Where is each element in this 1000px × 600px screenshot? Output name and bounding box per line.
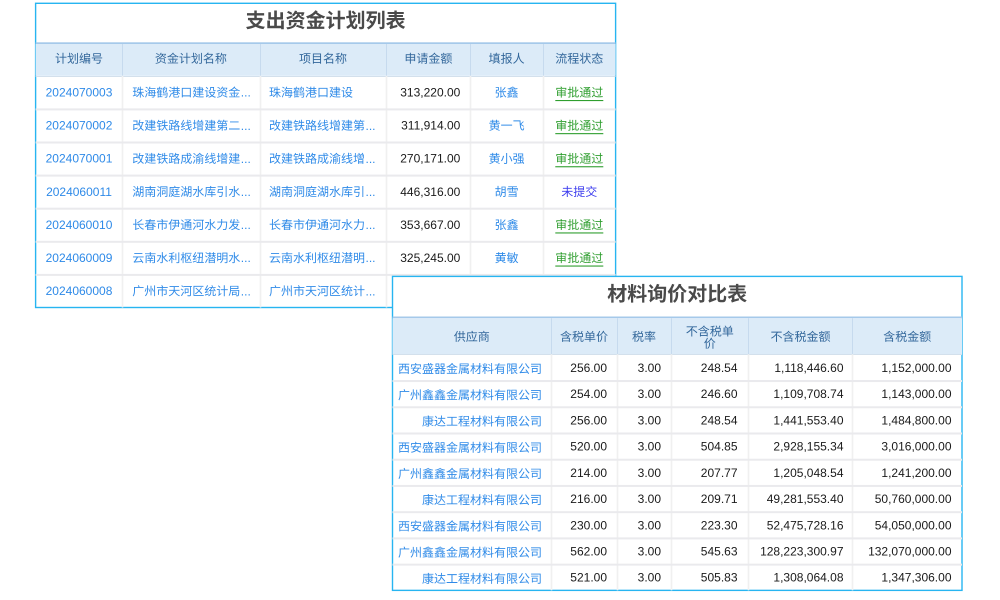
svg-text:1,152,000.00: 1,152,000.00	[881, 361, 951, 375]
svg-text:2024070002: 2024070002	[46, 119, 113, 133]
svg-text:545.63: 545.63	[701, 545, 738, 559]
svg-text:3.00: 3.00	[638, 466, 662, 480]
svg-text:50,760,000.00: 50,760,000.00	[875, 492, 952, 506]
svg-text:256.00: 256.00	[570, 361, 607, 375]
svg-text:353,667.00: 353,667.00	[400, 218, 460, 232]
svg-text:...: ...	[366, 218, 376, 232]
svg-text:...: ...	[241, 251, 251, 265]
svg-text:2024070003: 2024070003	[46, 86, 113, 100]
svg-text:270,171.00: 270,171.00	[400, 152, 460, 166]
svg-text:520.00: 520.00	[570, 440, 607, 454]
svg-text:1,143,000.00: 1,143,000.00	[881, 387, 951, 401]
svg-text:49,281,553.40: 49,281,553.40	[767, 492, 844, 506]
svg-text:1,205,048.54: 1,205,048.54	[773, 466, 843, 480]
svg-text:2,928,155.34: 2,928,155.34	[773, 440, 843, 454]
svg-text:1,241,200.00: 1,241,200.00	[881, 466, 951, 480]
svg-text:...: ...	[241, 119, 251, 133]
svg-text:...: ...	[241, 86, 251, 100]
svg-text:...: ...	[366, 284, 376, 298]
svg-text:1,347,306.00: 1,347,306.00	[881, 571, 951, 585]
svg-text:504.85: 504.85	[701, 440, 738, 454]
svg-text:...: ...	[241, 152, 251, 166]
svg-text:256.00: 256.00	[570, 413, 607, 427]
svg-text:3.00: 3.00	[638, 387, 662, 401]
svg-text:3.00: 3.00	[638, 492, 662, 506]
svg-text:248.54: 248.54	[701, 413, 738, 427]
svg-text:3.00: 3.00	[638, 545, 662, 559]
svg-text:1,308,064.08: 1,308,064.08	[773, 571, 843, 585]
svg-text:...: ...	[366, 185, 376, 199]
svg-text:132,070,000.00: 132,070,000.00	[868, 545, 952, 559]
svg-text:1,484,800.00: 1,484,800.00	[881, 413, 951, 427]
svg-text:246.60: 246.60	[701, 387, 738, 401]
svg-text:2024060009: 2024060009	[46, 251, 113, 265]
svg-text:2024060011: 2024060011	[46, 185, 112, 199]
svg-text:313,220.00: 313,220.00	[400, 86, 460, 100]
svg-text:446,316.00: 446,316.00	[400, 185, 460, 199]
svg-text:521.00: 521.00	[570, 571, 607, 585]
svg-text:...: ...	[366, 152, 376, 166]
svg-text:...: ...	[241, 185, 251, 199]
svg-text:...: ...	[366, 119, 376, 133]
svg-text:230.00: 230.00	[570, 518, 607, 532]
svg-text:...: ...	[366, 251, 376, 265]
svg-text:3.00: 3.00	[638, 440, 662, 454]
svg-text:2024070001: 2024070001	[46, 152, 113, 166]
svg-text:325,245.00: 325,245.00	[400, 251, 460, 265]
svg-text:216.00: 216.00	[570, 492, 607, 506]
svg-text:1,109,708.74: 1,109,708.74	[773, 387, 843, 401]
svg-text:2024060008: 2024060008	[46, 284, 113, 298]
svg-text:128,223,300.97: 128,223,300.97	[760, 545, 844, 559]
svg-text:1,118,446.60: 1,118,446.60	[774, 361, 844, 375]
svg-text:1,441,553.40: 1,441,553.40	[773, 413, 843, 427]
svg-text:214.00: 214.00	[570, 466, 607, 480]
svg-text:254.00: 254.00	[570, 387, 607, 401]
svg-text:2024060010: 2024060010	[46, 218, 113, 232]
svg-text:311,914.00: 311,914.00	[401, 119, 460, 133]
svg-text:223.30: 223.30	[701, 518, 738, 532]
svg-text:...: ...	[241, 218, 251, 232]
svg-text:54,050,000.00: 54,050,000.00	[875, 518, 952, 532]
svg-text:...: ...	[241, 284, 251, 298]
svg-text:207.77: 207.77	[701, 466, 738, 480]
svg-text:3.00: 3.00	[638, 518, 662, 532]
svg-text:3.00: 3.00	[638, 361, 662, 375]
svg-text:3.00: 3.00	[638, 413, 662, 427]
svg-text:3.00: 3.00	[638, 571, 662, 585]
svg-text:209.71: 209.71	[701, 492, 738, 506]
svg-text:505.83: 505.83	[701, 571, 738, 585]
svg-text:248.54: 248.54	[701, 361, 738, 375]
svg-text:562.00: 562.00	[570, 545, 607, 559]
svg-text:3,016,000.00: 3,016,000.00	[881, 440, 951, 454]
svg-text:52,475,728.16: 52,475,728.16	[767, 518, 844, 532]
